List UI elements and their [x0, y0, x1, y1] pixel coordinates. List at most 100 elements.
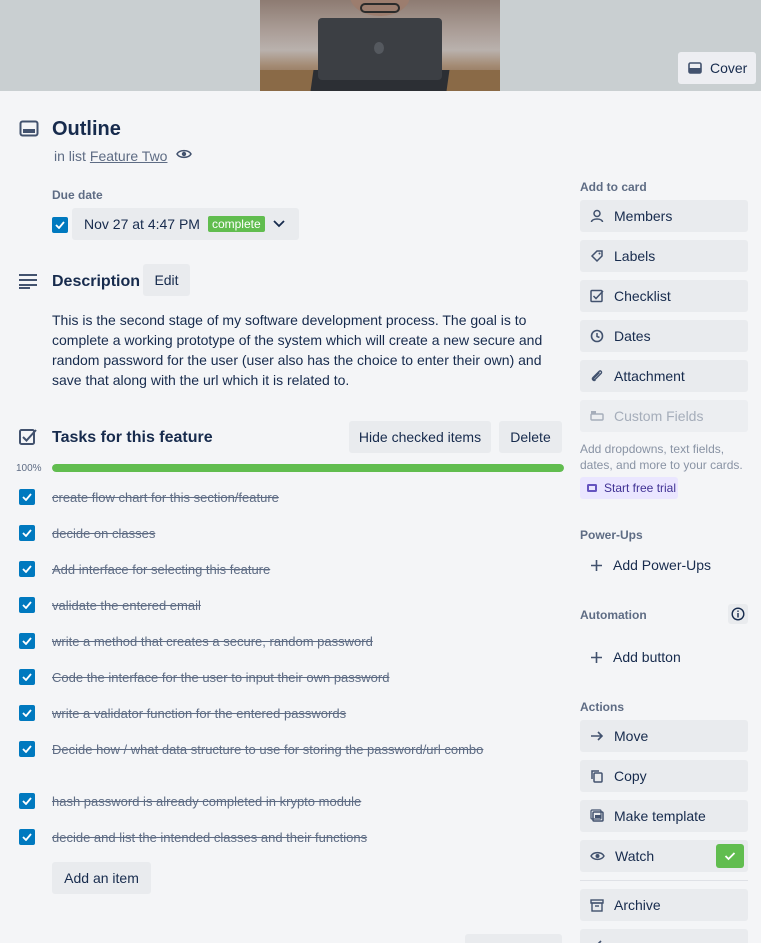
cover-button-label: Cover: [710, 60, 748, 76]
card-icon: [19, 120, 39, 138]
custom-fields-hint: Add dropdowns, text fields, dates, and m…: [580, 442, 743, 472]
checklist-item-checkbox[interactable]: [19, 793, 35, 809]
checklist-item-checkbox[interactable]: [19, 525, 35, 541]
custom-fields-label: Custom Fields: [614, 408, 704, 424]
checklist-item-text[interactable]: write a validator function for the enter…: [52, 704, 512, 724]
description-text[interactable]: This is the second stage of my software …: [52, 310, 552, 390]
info-icon[interactable]: [728, 604, 748, 624]
plus-icon: [590, 559, 603, 572]
checklist-item-text[interactable]: Code the interface for the user to input…: [52, 668, 512, 688]
eye-icon: [590, 850, 605, 862]
checklist-item-text[interactable]: decide on classes: [52, 524, 512, 544]
edit-description-button[interactable]: Edit: [143, 264, 190, 296]
card-cover: Cover: [0, 0, 761, 91]
move-button[interactable]: Move: [580, 720, 748, 752]
checklist-icon: [19, 428, 37, 446]
copy-icon: [590, 769, 604, 783]
make-template-button[interactable]: Make template: [580, 800, 748, 832]
watching-check-icon: [716, 844, 744, 868]
due-status-badge: complete: [207, 216, 265, 232]
copy-button[interactable]: Copy: [580, 760, 748, 792]
checklist-item-text[interactable]: hash password is already completed in kr…: [52, 792, 512, 812]
arrow-right-icon: [590, 730, 604, 742]
checklist-item-checkbox[interactable]: [19, 705, 35, 721]
actions-divider: [580, 880, 748, 881]
hide-checked-items-button[interactable]: Hide checked items: [349, 421, 491, 453]
make-template-label: Make template: [614, 808, 706, 824]
checklist-progress-bar: [52, 464, 564, 472]
template-icon: [590, 809, 604, 823]
checklist-progress-percent: 100%: [16, 463, 42, 474]
list-link[interactable]: Feature Two: [90, 148, 168, 164]
add-button-label: Add button: [613, 649, 681, 665]
actions-label: Actions: [580, 700, 625, 714]
chevron-down-icon: [273, 220, 285, 228]
trial-icon: [586, 482, 598, 494]
start-free-trial-button[interactable]: Start free trial: [580, 477, 678, 499]
checklist-item-text[interactable]: validate the entered email: [52, 596, 512, 616]
description-title: Description: [52, 273, 141, 290]
due-date-label: Due date: [52, 188, 103, 202]
description-icon: [19, 273, 39, 289]
add-power-ups-button[interactable]: Add Power-Ups: [580, 549, 748, 581]
watch-label: Watch: [615, 848, 655, 864]
checklist-label: Checklist: [614, 288, 671, 304]
checklist-item-text[interactable]: Decide how / what data structure to use …: [52, 740, 512, 760]
due-date-button[interactable]: Nov 27 at 4:47 PM complete: [72, 208, 299, 240]
copy-label: Copy: [614, 768, 647, 784]
add-button-button[interactable]: Add button: [580, 641, 748, 673]
cover-button[interactable]: Cover: [678, 52, 756, 84]
checklist-item-checkbox[interactable]: [19, 829, 35, 845]
checklist-title[interactable]: Tasks for this feature: [52, 429, 213, 447]
share-icon: [590, 938, 604, 943]
trial-label: Start free trial: [604, 481, 677, 495]
attachment-label: Attachment: [614, 368, 685, 384]
labels-button[interactable]: Labels: [580, 240, 748, 272]
dates-label: Dates: [614, 328, 651, 344]
add-power-ups-label: Add Power-Ups: [613, 557, 712, 573]
labels-label: Labels: [614, 248, 656, 264]
checklist-item-checkbox[interactable]: [19, 597, 35, 613]
checklist-item-checkbox[interactable]: [19, 741, 35, 757]
card-title[interactable]: Outline: [52, 118, 121, 141]
checklist-item-checkbox[interactable]: [19, 561, 35, 577]
partial-button[interactable]: [465, 934, 562, 943]
checklist-item-text[interactable]: decide and list the intended classes and…: [52, 828, 512, 848]
in-list-line: in list Feature Two: [54, 148, 167, 164]
paperclip-icon: [590, 369, 604, 383]
checklist-button[interactable]: Checklist: [580, 280, 748, 312]
tag-icon: [590, 249, 604, 263]
due-date-checkbox[interactable]: [52, 217, 68, 233]
move-label: Move: [614, 728, 649, 744]
archive-icon: [590, 898, 604, 912]
cover-image: [260, 0, 500, 91]
checklist-item-checkbox[interactable]: [19, 489, 35, 505]
archive-button[interactable]: Archive: [580, 889, 748, 921]
cover-icon: [688, 62, 702, 74]
checklist-item-checkbox[interactable]: [19, 669, 35, 685]
checklist-item-text[interactable]: Add interface for selecting this feature: [52, 560, 512, 580]
power-ups-label: Power-Ups: [580, 528, 643, 542]
delete-checklist-button[interactable]: Delete: [499, 421, 562, 453]
checklist-item-text[interactable]: write a method that creates a secure, ra…: [52, 632, 512, 652]
checklist-small-icon: [590, 289, 604, 303]
add-item-button[interactable]: Add an item: [52, 862, 151, 894]
members-button[interactable]: Members: [580, 200, 748, 232]
automation-label: Automation: [580, 608, 647, 622]
plus-icon: [590, 651, 603, 664]
share-button[interactable]: [580, 929, 748, 943]
checklist-item-checkbox[interactable]: [19, 633, 35, 649]
clock-icon: [590, 329, 604, 343]
person-icon: [590, 209, 604, 223]
custom-fields-button[interactable]: Custom Fields: [580, 400, 748, 432]
dates-button[interactable]: Dates: [580, 320, 748, 352]
members-label: Members: [614, 208, 673, 224]
add-to-card-label: Add to card: [580, 180, 647, 194]
checklist-item-text[interactable]: create flow chart for this section/featu…: [52, 488, 512, 508]
attachment-button[interactable]: Attachment: [580, 360, 748, 392]
archive-label: Archive: [614, 897, 661, 913]
custom-fields-icon: [590, 410, 604, 422]
watching-eye-icon: [176, 147, 192, 161]
checklist-progress-fill: [52, 464, 564, 472]
in-list-prefix: in list: [54, 148, 86, 164]
